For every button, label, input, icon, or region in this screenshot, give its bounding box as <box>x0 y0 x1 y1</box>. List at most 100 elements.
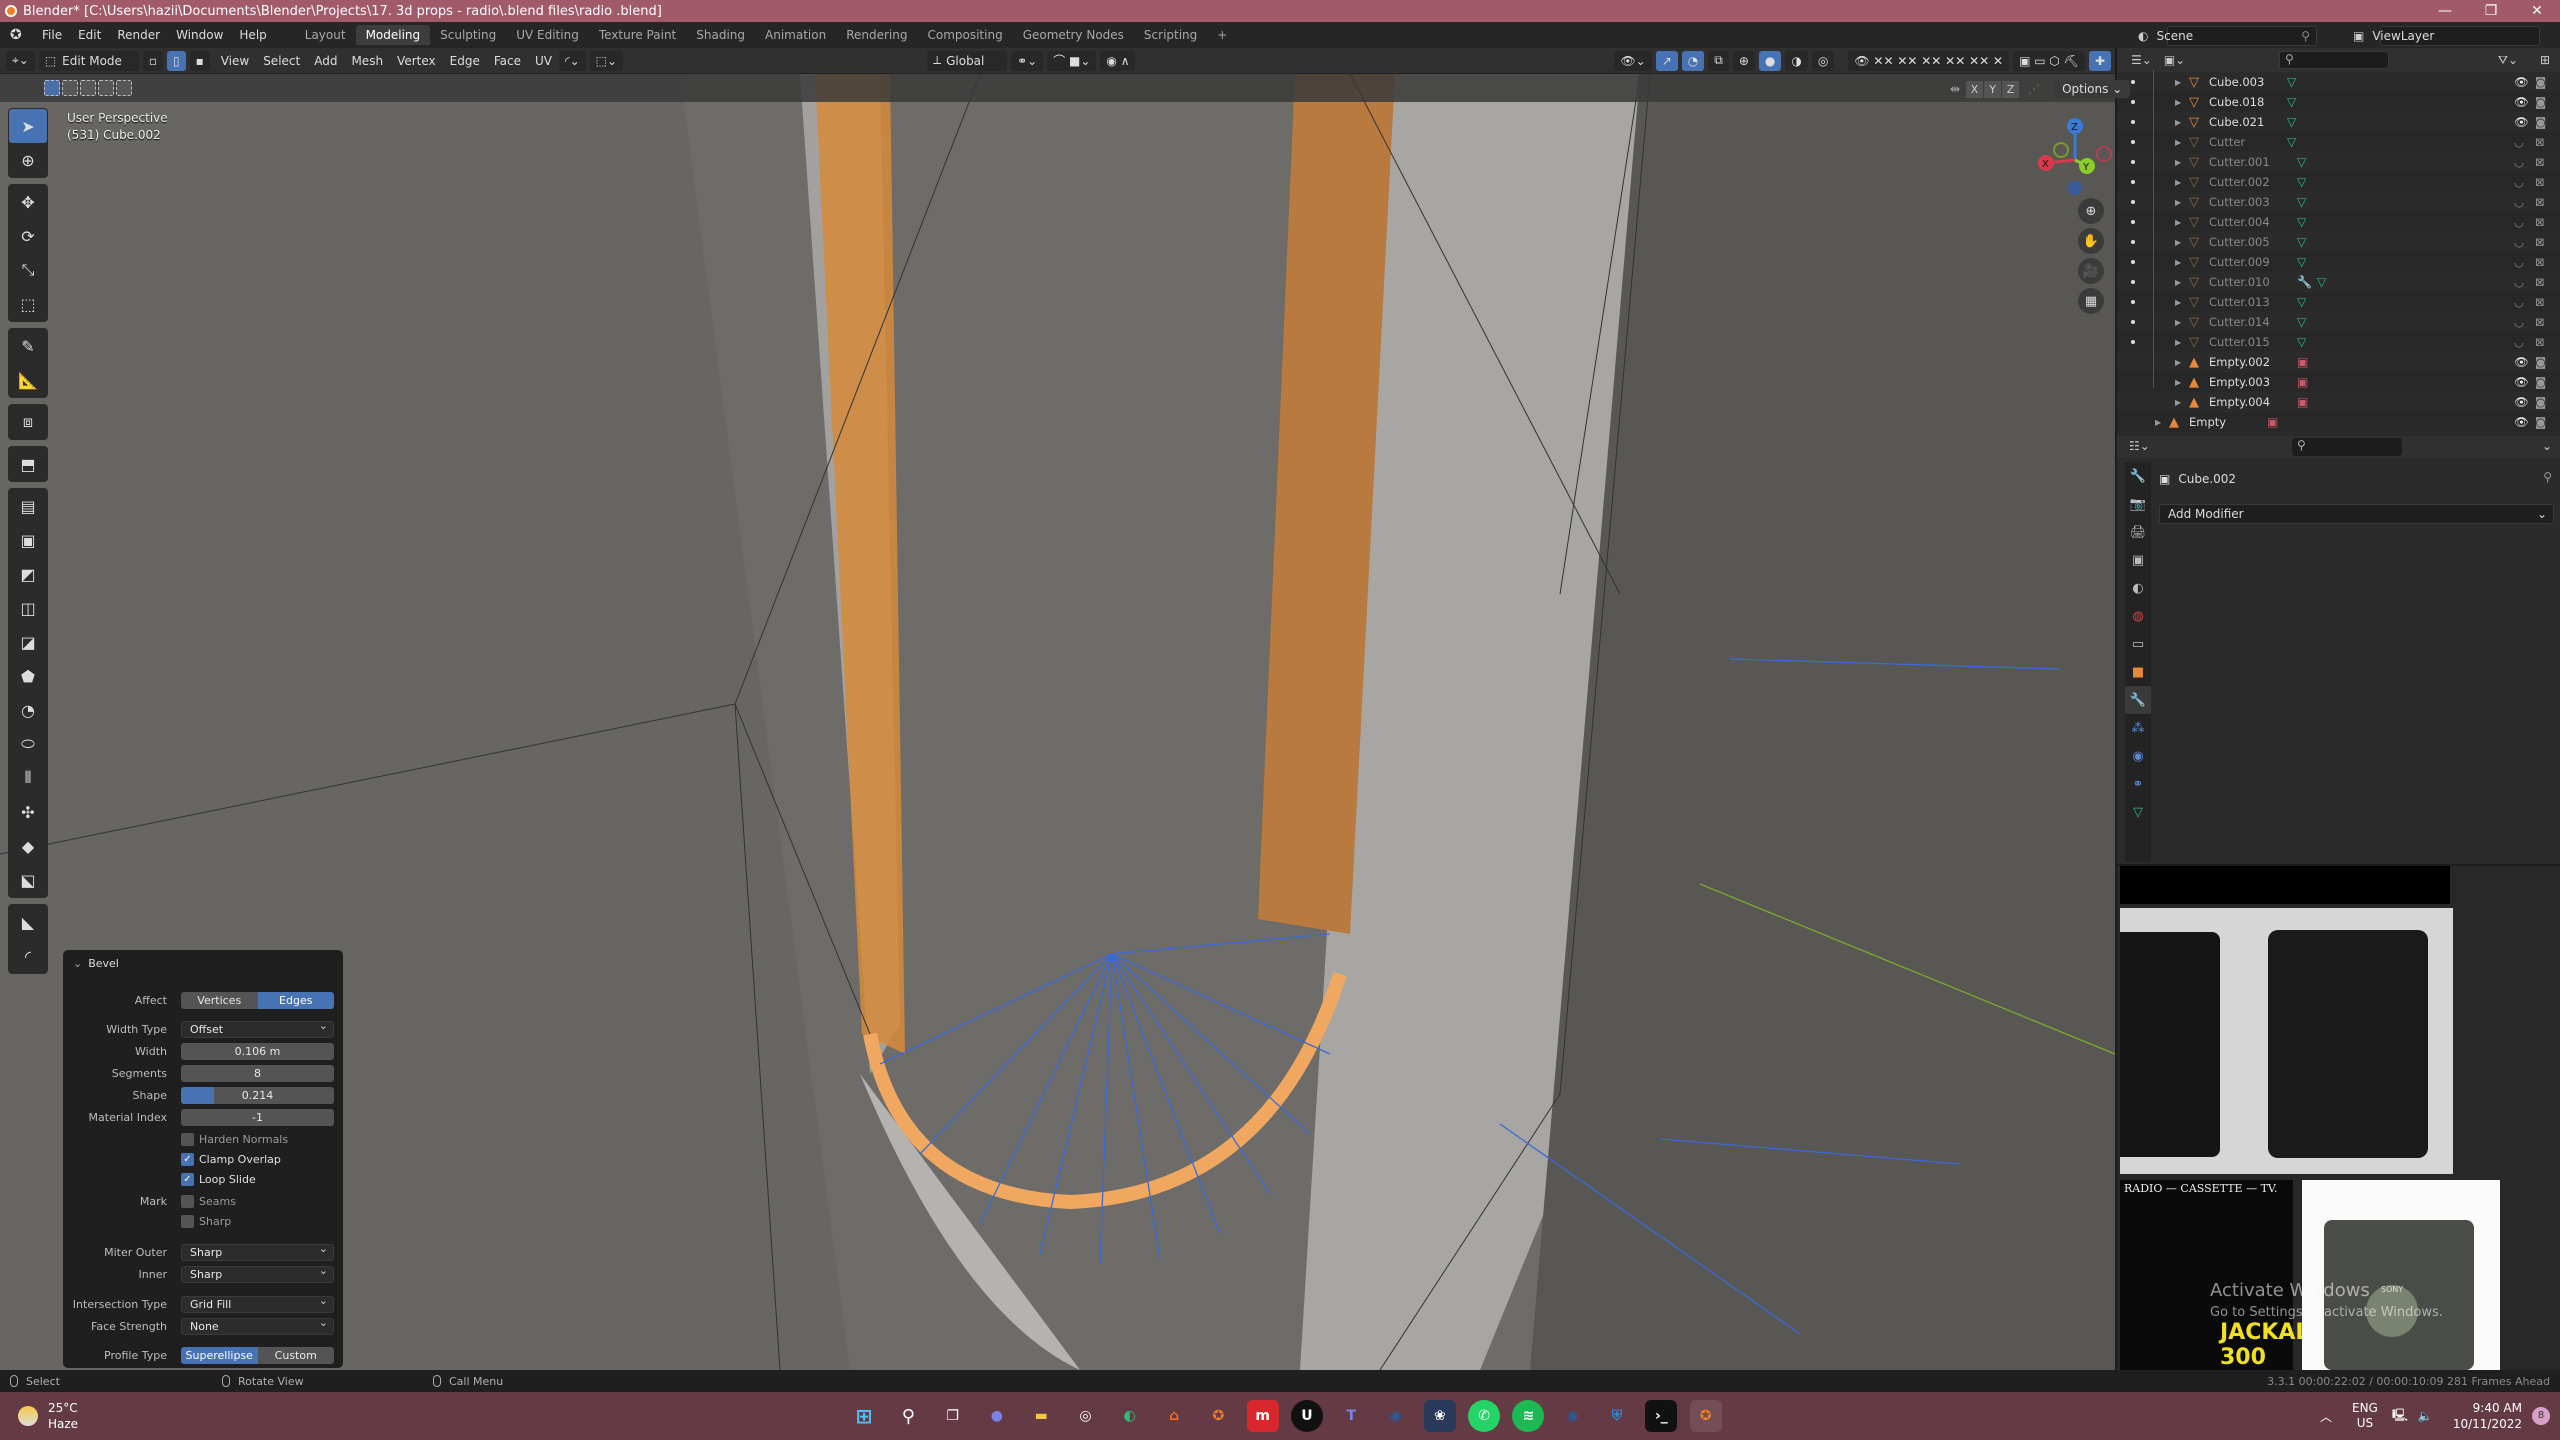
editor-type-button[interactable]: ⌖⌄ <box>6 50 35 71</box>
width-type-dropdown[interactable]: Offset <box>181 1021 334 1038</box>
select-new-button[interactable] <box>44 80 60 96</box>
outliner-row[interactable]: ▶ ▽ Cutter.013 ▽ ◡ ⊠ <box>2117 292 2560 312</box>
scene-selector[interactable]: ◐ Scene ⚲ <box>2138 26 2317 46</box>
eye-closed-icon[interactable]: ◡ <box>2514 335 2524 349</box>
expand-arrow-icon[interactable]: ▶ <box>2175 178 2181 187</box>
eye-closed-icon[interactable]: ◡ <box>2514 275 2524 289</box>
eye-icon[interactable]: 👁 <box>2514 355 2529 369</box>
file-explorer-icon[interactable]: ▬ <box>1025 1400 1057 1432</box>
width-field[interactable]: 0.106 m <box>181 1043 334 1060</box>
shading-solid-button[interactable]: ● <box>1758 50 1782 71</box>
obs-icon[interactable]: ◎ <box>1069 1400 1101 1432</box>
maximize-button[interactable]: ❐ <box>2468 0 2514 22</box>
whatsapp-icon[interactable]: ✆ <box>1468 1400 1501 1432</box>
editor-type-icon[interactable]: ☷⌄ <box>2129 439 2150 453</box>
edge-select-button[interactable]: ▯ <box>166 50 186 71</box>
navigation-gizmo[interactable]: Z X Y <box>2020 108 2120 208</box>
hardops-tool[interactable]: ◜ <box>9 939 47 973</box>
segments-field[interactable]: 8 <box>181 1065 334 1082</box>
outliner-row[interactable]: ▶ ▽ Cutter.002 ▽ ◡ ⊠ <box>2117 172 2560 192</box>
clamp-overlap-checkbox[interactable]: ✓ Clamp Overlap <box>181 1151 281 1168</box>
eye-closed-icon[interactable]: ◡ <box>2514 315 2524 329</box>
axis-display-toggle[interactable]: ✚ <box>2088 50 2111 71</box>
extrude-region-tool[interactable]: ⬒ <box>9 447 47 481</box>
menu-help[interactable]: Help <box>231 28 274 42</box>
image-data-icon[interactable]: ▣ <box>2297 355 2308 369</box>
select-invert-button[interactable] <box>98 80 114 96</box>
overlay-toggle[interactable]: ◔ <box>1681 50 1705 71</box>
expand-arrow-icon[interactable]: ▶ <box>2175 318 2181 327</box>
render-disabled-icon[interactable]: ⊠ <box>2535 135 2545 149</box>
render-disabled-icon[interactable]: ⊠ <box>2535 195 2545 209</box>
miter-inner-dropdown[interactable]: Sharp <box>181 1266 334 1283</box>
shrink-fatten-tool[interactable]: ✣ <box>9 795 47 829</box>
teams-meet-icon[interactable]: ● <box>981 1400 1013 1432</box>
outliner-row[interactable]: ▶ ▽ Cutter.010 🔧 ▽ ◡ ⊠ <box>2117 272 2560 292</box>
menu-view[interactable]: View <box>214 54 256 68</box>
expand-arrow-icon[interactable]: ▶ <box>2175 78 2181 87</box>
modifiers-tab-icon[interactable]: 🔧 <box>2125 686 2151 714</box>
proportional-editing-toggle[interactable]: ◉ ∧ <box>1100 50 1136 71</box>
physics-tab-icon[interactable]: ◉ <box>2125 742 2151 770</box>
object-tab-icon[interactable]: ■ <box>2125 658 2151 686</box>
eye-closed-icon[interactable]: ◡ <box>2514 215 2524 229</box>
tab-compositing[interactable]: Compositing <box>917 25 1012 45</box>
tab-texture-paint[interactable]: Texture Paint <box>589 25 686 45</box>
expand-arrow-icon[interactable]: ▶ <box>2175 278 2181 287</box>
outliner-row[interactable]: ▶ ▽ Cutter.004 ▽ ◡ ⊠ <box>2117 212 2560 232</box>
expand-arrow-icon[interactable]: ▶ <box>2175 238 2181 247</box>
outliner-row[interactable]: ▶ ▽ Cube.003 ▽ 👁 ◙ <box>2117 72 2560 92</box>
render-camera-icon[interactable]: ◙ <box>2535 355 2546 369</box>
pan-hand-icon[interactable]: ✋ <box>2078 228 2104 254</box>
eye-closed-icon[interactable]: ◡ <box>2514 135 2524 149</box>
windows-defender-icon[interactable]: ⛨ <box>1601 1400 1633 1432</box>
options-chevron-icon[interactable]: ⌄ <box>2542 439 2552 453</box>
expand-arrow-icon[interactable]: ▶ <box>2155 418 2161 427</box>
image-data-icon[interactable]: ▣ <box>2297 375 2308 389</box>
outliner-row[interactable]: ▶ ▽ Cutter.003 ▽ ◡ ⊠ <box>2117 192 2560 212</box>
menu-vertex[interactable]: Vertex <box>390 54 443 68</box>
pivot-point-dropdown[interactable]: ⚭⌄ <box>1011 50 1044 71</box>
rotate-tool[interactable]: ⟳ <box>9 219 47 253</box>
vertex-select-button[interactable]: ▫ <box>142 50 163 71</box>
tab-layout[interactable]: Layout <box>295 25 356 45</box>
particles-tab-icon[interactable]: ⁂ <box>2125 714 2151 742</box>
weather-widget[interactable]: 25°C Haze <box>18 1400 78 1432</box>
expand-arrow-icon[interactable]: ▶ <box>2175 118 2181 127</box>
mesh-data-icon[interactable]: ▽ <box>2297 195 2306 209</box>
menu-render[interactable]: Render <box>109 28 168 42</box>
transform-tool[interactable]: ⬚ <box>9 287 47 321</box>
render-disabled-icon[interactable]: ⊠ <box>2535 295 2545 309</box>
minimize-button[interactable]: — <box>2422 0 2468 22</box>
expand-arrow-icon[interactable]: ▶ <box>2175 98 2181 107</box>
scene-tab-icon[interactable]: ◐ <box>2125 574 2151 602</box>
menu-mesh[interactable]: Mesh <box>344 54 390 68</box>
outliner-row[interactable]: ▶ ▲ Empty.004 ▣ 👁 ◙ <box>2117 392 2560 412</box>
outliner-row[interactable]: ▶ ▽ Cube.021 ▽ 👁 ◙ <box>2117 112 2560 132</box>
search-icon[interactable]: ⚲ <box>892 1400 924 1432</box>
material-index-field[interactable]: -1 <box>181 1109 334 1126</box>
uv-sync-dropdown[interactable]: ◜⌄ <box>558 50 586 71</box>
menu-edge[interactable]: Edge <box>443 54 487 68</box>
mesh-data-icon[interactable]: ▽ <box>2317 275 2326 289</box>
mesh-data-icon[interactable]: ▽ <box>2287 75 2296 89</box>
add-workspace-button[interactable]: + <box>1207 25 1237 45</box>
outliner-row[interactable]: ▶ ▲ Empty.003 ▣ 👁 ◙ <box>2117 372 2560 392</box>
mesh-data-icon[interactable]: ▽ <box>2297 155 2306 169</box>
menu-edit[interactable]: Edit <box>70 28 109 42</box>
mirror-z-toggle[interactable]: Z <box>2002 80 2020 98</box>
gizmo-toggle[interactable]: ↗ <box>1655 50 1678 71</box>
shape-slider[interactable]: 0.214 <box>181 1087 334 1104</box>
tab-scripting[interactable]: Scripting <box>1134 25 1207 45</box>
add-modifier-dropdown[interactable]: Add Modifier ⌄ <box>2159 504 2554 524</box>
blender-menu-icon[interactable]: ✪ <box>10 27 26 43</box>
eye-icon[interactable]: 👁 <box>2514 395 2529 409</box>
menu-add[interactable]: Add <box>307 54 344 68</box>
outliner-search-input[interactable]: ⚲ <box>2279 51 2389 69</box>
unreal-engine-icon[interactable]: U <box>1290 1400 1323 1432</box>
mesh-data-icon[interactable]: ▽ <box>2297 335 2306 349</box>
houdini-icon[interactable]: ⌂ <box>1158 1400 1190 1432</box>
collection-tab-icon[interactable]: ▭ <box>2125 630 2151 658</box>
image-data-icon[interactable]: ▣ <box>2297 395 2308 409</box>
shear-tool[interactable]: ◆ <box>9 829 47 863</box>
